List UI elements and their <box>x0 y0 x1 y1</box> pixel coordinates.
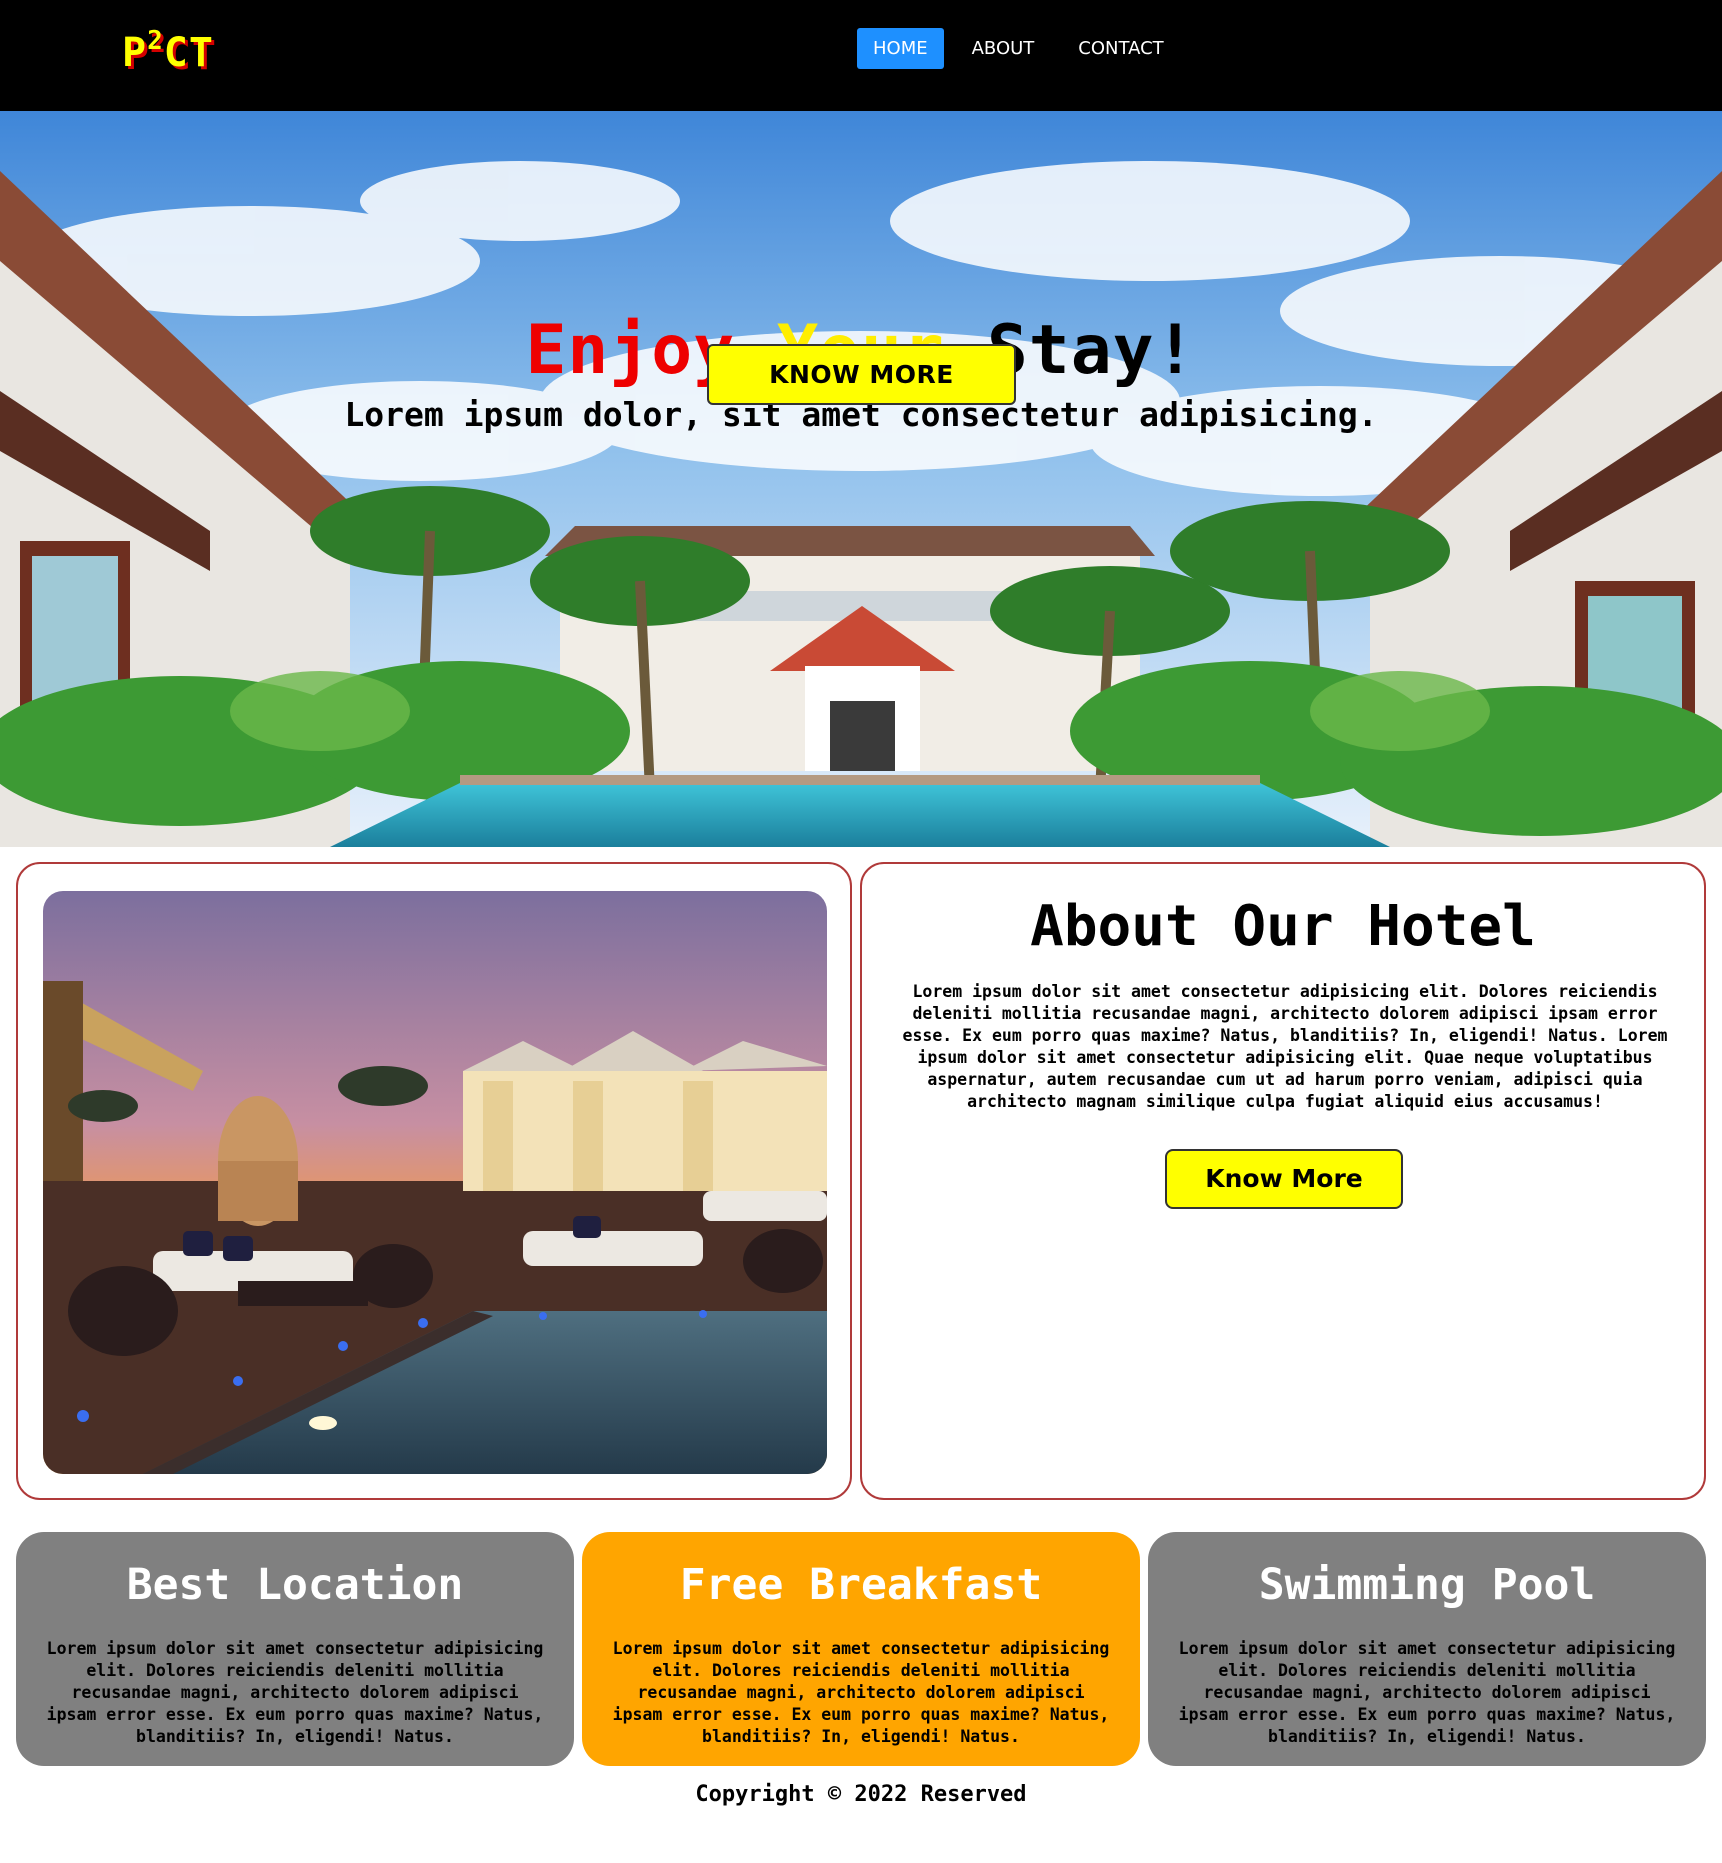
feature-text: Lorem ipsum dolor sit amet consectetur a… <box>612 1639 1110 1746</box>
feature-card-pool: Swimming Pool Lorem ipsum dolor sit amet… <box>1148 1532 1706 1766</box>
logo[interactable]: P2CT <box>122 26 214 76</box>
footer-copyright: Copyright © 2022 Reserved <box>695 1782 1027 1807</box>
feature-card-breakfast: Free Breakfast Lorem ipsum dolor sit ame… <box>582 1532 1140 1766</box>
hero-know-more-button[interactable]: KNOW MORE <box>707 344 1016 405</box>
feature-card-location: Best Location Lorem ipsum dolor sit amet… <box>16 1532 574 1766</box>
navbar: P2CT HOME ABOUT CONTACT <box>0 0 1722 111</box>
about-text-card: About Our Hotel Lorem ipsum dolor sit am… <box>860 862 1706 1500</box>
feature-text: Lorem ipsum dolor sit amet consectetur a… <box>1178 1639 1676 1746</box>
about-paragraph: Lorem ipsum dolor sit amet consectetur a… <box>902 982 1668 1111</box>
feature-title: Swimming Pool <box>1258 1560 1596 1610</box>
nav-about-link[interactable]: ABOUT <box>956 28 1051 69</box>
feature-title: Free Breakfast <box>679 1560 1043 1610</box>
about-know-more-button[interactable]: Know More <box>1165 1149 1403 1209</box>
feature-title: Best Location <box>126 1560 464 1610</box>
feature-text: Lorem ipsum dolor sit amet consectetur a… <box>46 1639 544 1746</box>
nav-home-link[interactable]: HOME <box>857 28 944 69</box>
hotel-terrace-photo <box>43 891 827 1474</box>
hero-title-word-3: Stay! <box>986 311 1197 390</box>
main-nav: HOME ABOUT CONTACT <box>857 28 1180 69</box>
hero-resort-image <box>0 111 1722 847</box>
about-title: About Our Hotel <box>1030 894 1536 959</box>
nav-contact-link[interactable]: CONTACT <box>1062 28 1179 69</box>
hero-banner: Enjoy Your Stay! Lorem ipsum dolor, sit … <box>0 111 1722 847</box>
hero-title-word-1: Enjoy <box>525 311 736 390</box>
about-image-card <box>16 862 852 1500</box>
